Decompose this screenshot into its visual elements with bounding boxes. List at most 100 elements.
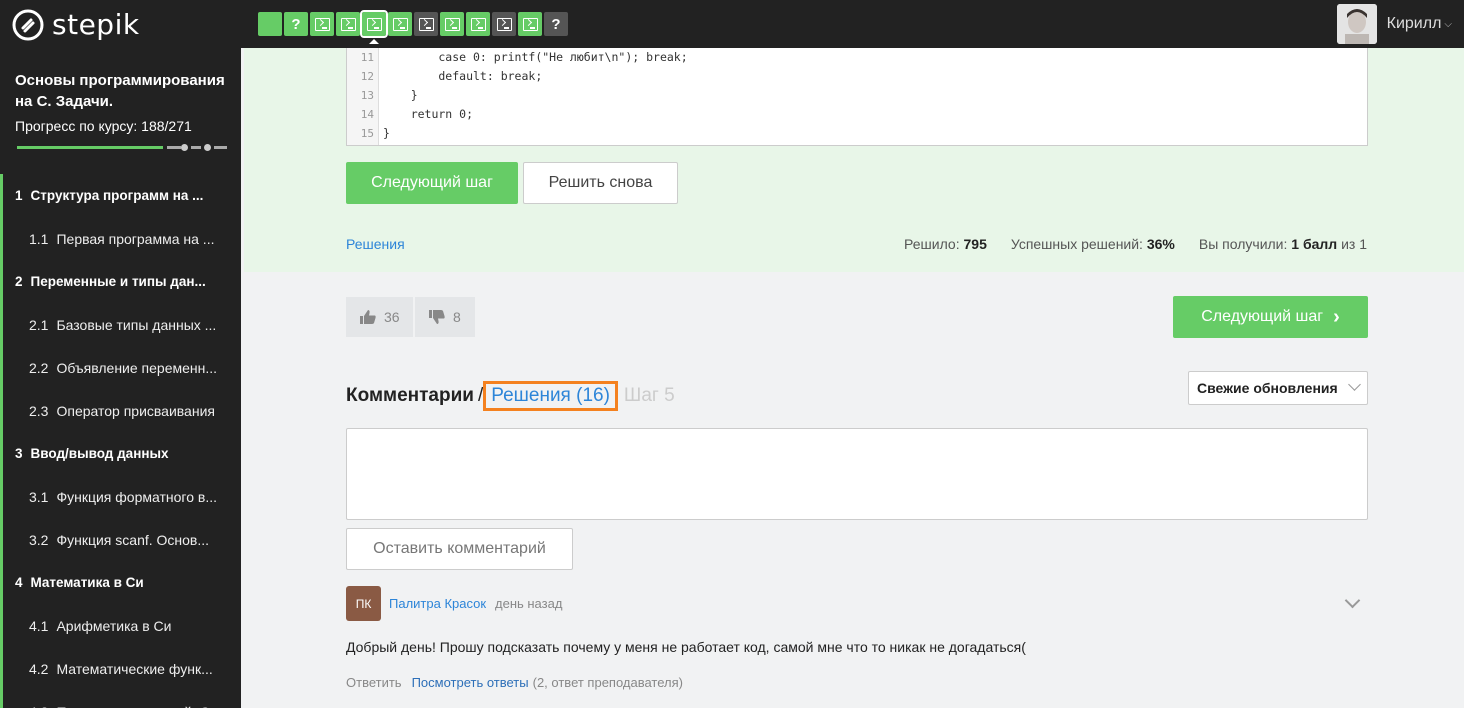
retry-button[interactable]: Решить снова — [523, 162, 678, 204]
sidebar-lesson-3-2[interactable]: 3.2 Функция scanf. Основ... — [0, 518, 241, 561]
score-label: Вы получили: — [1198, 236, 1288, 252]
step-tab-6[interactable] — [388, 12, 412, 36]
step-tab-5[interactable] — [360, 10, 388, 44]
terminal-icon — [522, 17, 538, 31]
sidebar-lesson-4-2[interactable]: 4.2 Математические функ... — [0, 647, 241, 690]
chevron-down-icon[interactable]: ⌵ — [1444, 19, 1452, 30]
toc-label: Ввод/вывод данных — [30, 446, 169, 461]
comment-timestamp[interactable]: день назад — [495, 596, 562, 611]
comment-input[interactable] — [346, 428, 1368, 520]
progress-bar-track — [167, 146, 181, 149]
terminal-icon — [470, 17, 486, 31]
sidebar-lesson-2-1[interactable]: 2.1 Базовые типы данных ... — [0, 303, 241, 346]
step-stats: Решило: 795 Успешных решений: 36% Вы пол… — [880, 236, 1367, 252]
code-line: 13 } — [347, 86, 418, 105]
sidebar-lesson-3-1[interactable]: 3.1 Функция форматного в... — [0, 475, 241, 518]
step-tab-12[interactable]: ? — [544, 12, 568, 36]
stepik-logo[interactable]: stepik — [12, 8, 140, 41]
tab-comments[interactable]: Комментарии — [346, 385, 474, 407]
line-number: 12 — [360, 70, 374, 83]
code-line: 15} — [347, 124, 390, 143]
brand-name: stepik — [52, 8, 140, 41]
toc-label: Объявление переменн... — [56, 359, 218, 376]
sidebar-lesson-2-3[interactable]: 2.3 Оператор присваивания — [0, 389, 241, 432]
step-tab-9[interactable] — [466, 12, 490, 36]
replies-meta: (2, ответ преподавателя) — [532, 675, 683, 690]
terminal-icon — [314, 17, 330, 31]
score-stat: Вы получили: 1 балл из 1 — [1199, 236, 1367, 252]
user-name[interactable]: Кирилл — [1387, 15, 1442, 33]
course-title[interactable]: Основы программирования на С. Задачи. — [15, 70, 235, 112]
sidebar-lesson-1-1[interactable]: 1.1 Первая программа на ... — [0, 217, 241, 260]
line-number: 14 — [360, 108, 374, 121]
sidebar-lesson-2-2[interactable]: 2.2 Объявление переменн... — [0, 346, 241, 389]
sort-select[interactable]: Свежие обновления — [1188, 371, 1368, 405]
terminal-icon — [366, 17, 382, 31]
toc-label: Арифметика в Си — [56, 617, 172, 634]
sidebar-section-3[interactable]: 3 Ввод/вывод данных — [0, 432, 241, 475]
reply-link[interactable]: Ответить — [346, 675, 402, 690]
course-sidebar: Основы программирования на С. Задачи. Пр… — [0, 48, 241, 708]
leave-comment-button[interactable]: Оставить комментарий — [346, 528, 573, 570]
code-text: } — [383, 126, 390, 140]
step-tab-1[interactable] — [258, 12, 282, 36]
progress-value: 188/271 — [141, 118, 192, 134]
solved-label: Решило: — [904, 236, 960, 252]
next-step-label: Следующий шаг — [1201, 308, 1324, 325]
chevron-right-icon: › — [1333, 305, 1340, 328]
dislike-button[interactable]: 8 — [415, 297, 475, 337]
user-menu[interactable]: Кирилл ⌵ — [1336, 4, 1452, 44]
sidebar-section-1[interactable]: 1 Структура программ на ... — [0, 174, 241, 217]
comment-actions: Ответить Посмотреть ответы (2, ответ пре… — [346, 675, 683, 690]
tab-solutions[interactable]: Решения (16) — [483, 381, 618, 411]
sidebar-lesson-4-1[interactable]: 4.1 Арифметика в Си — [0, 604, 241, 647]
toc-number: 3.2 — [29, 531, 49, 548]
code-text: default: break; — [383, 69, 543, 83]
user-avatar[interactable] — [1336, 4, 1377, 44]
sidebar-section-4[interactable]: 4 Математика в Си — [0, 561, 241, 604]
toc-label: Переменные и типы дан... — [30, 274, 206, 289]
question-icon: ? — [291, 15, 301, 33]
step-tab-2[interactable]: ? — [284, 12, 308, 36]
progress-bar-marker — [204, 144, 211, 151]
step-tab-4[interactable] — [336, 12, 360, 36]
terminal-icon — [418, 17, 434, 31]
line-number: 13 — [360, 89, 374, 102]
stepik-logo-icon — [12, 9, 44, 40]
thumbs-down-icon — [429, 310, 445, 324]
toc-number: 2.1 — [29, 316, 49, 333]
progress-bar-marker — [181, 144, 188, 151]
next-step-button-secondary[interactable]: Следующий шаг › — [1173, 296, 1368, 338]
line-number: 11 — [360, 51, 374, 64]
next-step-button[interactable]: Следующий шаг — [346, 162, 518, 204]
sidebar-section-2[interactable]: 2 Переменные и типы дан... — [0, 260, 241, 303]
like-count: 36 — [384, 309, 400, 325]
top-navbar: stepik ?? Кирилл ⌵ — [0, 0, 1464, 48]
view-replies-link[interactable]: Посмотреть ответы — [412, 675, 529, 690]
chevron-down-icon[interactable] — [1344, 592, 1361, 609]
step-navigation: ?? — [258, 10, 570, 44]
solutions-link[interactable]: Решения — [346, 236, 405, 252]
step-tab-10[interactable] — [492, 12, 516, 36]
thumbs-up-icon — [360, 310, 376, 324]
code-text: return 0; — [383, 107, 474, 121]
comment-author-avatar[interactable]: ПК — [346, 586, 381, 621]
step-tab-7[interactable] — [414, 12, 438, 36]
sidebar-lesson-4-3[interactable]: 4.3 Приоритет операций. С... — [0, 690, 241, 708]
toc-label: Математические функ... — [56, 660, 213, 677]
code-text: } — [383, 88, 418, 102]
progress-bar — [17, 144, 227, 151]
line-number: 15 — [360, 127, 374, 140]
step-tab-3[interactable] — [310, 12, 334, 36]
toc-label: Функция scanf. Основ... — [56, 531, 210, 548]
like-button[interactable]: 36 — [346, 297, 413, 337]
comment-author-name[interactable]: Палитра Красок — [389, 596, 486, 611]
toc-number: 3.1 — [29, 488, 49, 505]
question-icon: ? — [551, 15, 561, 33]
step-tab-11[interactable] — [518, 12, 542, 36]
step-tab-8[interactable] — [440, 12, 464, 36]
code-editor[interactable]: 11 case 0: printf("Не любит\n"); break; 1… — [346, 48, 1368, 146]
user-avatar-image — [1336, 4, 1377, 44]
step-label: Шаг 5 — [623, 385, 675, 406]
code-text: case 0: printf("Не любит\n"); break; — [383, 50, 688, 64]
